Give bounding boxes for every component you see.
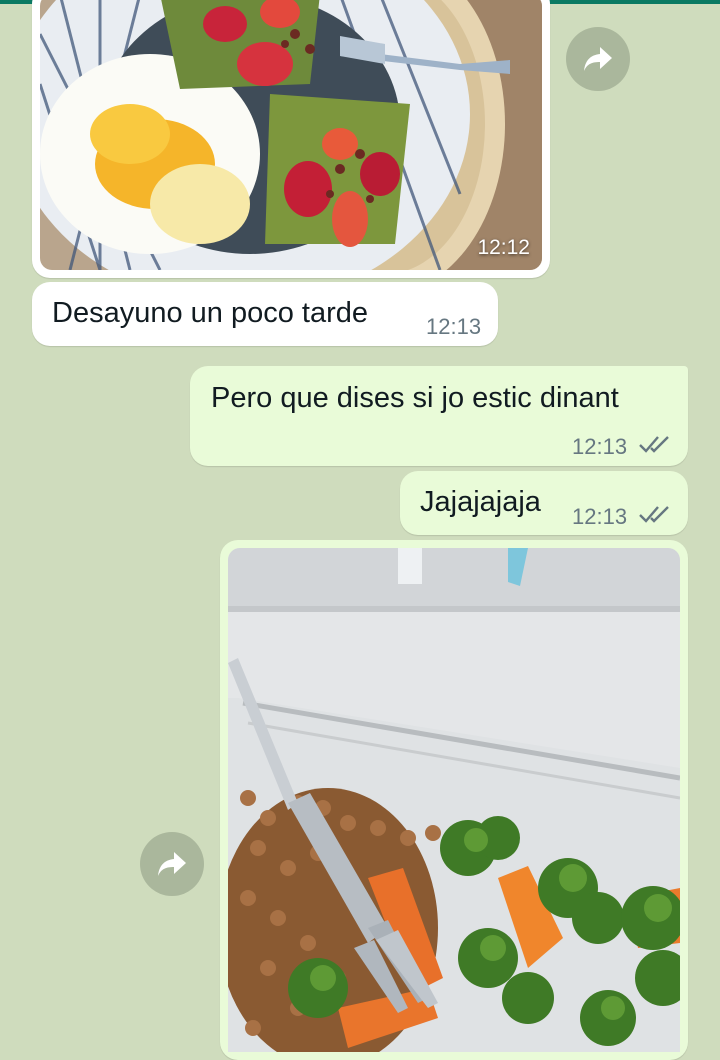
outgoing-photo-message[interactable]: [220, 540, 688, 1060]
outgoing-text-message[interactable]: Pero que dises si jo estic dinant 12:13: [190, 366, 688, 466]
forward-button[interactable]: [140, 832, 204, 896]
photo-timestamp: 12:12: [477, 236, 530, 259]
message-timestamp: 12:13: [572, 434, 628, 459]
double-check-icon: [639, 506, 669, 523]
message-timestamp: 12:13: [426, 314, 482, 339]
incoming-text-message[interactable]: Desayuno un poco tarde 12:13: [32, 282, 498, 346]
message-text: Desayuno un poco tarde: [52, 297, 368, 329]
message-text: Jajajajaja: [420, 486, 541, 518]
forward-icon: [158, 852, 186, 876]
lunch-photo[interactable]: [228, 548, 680, 1052]
forward-icon: [584, 47, 612, 71]
breakfast-photo[interactable]: 12:12: [40, 0, 542, 270]
incoming-photo-message[interactable]: 12:12: [32, 0, 550, 278]
message-timestamp: 12:13: [572, 504, 628, 529]
double-check-icon: [639, 436, 669, 453]
message-text: Pero que dises si jo estic dinant: [211, 382, 619, 414]
outgoing-text-message[interactable]: Jajajajaja 12:13: [400, 471, 688, 535]
forward-button[interactable]: [566, 27, 630, 91]
